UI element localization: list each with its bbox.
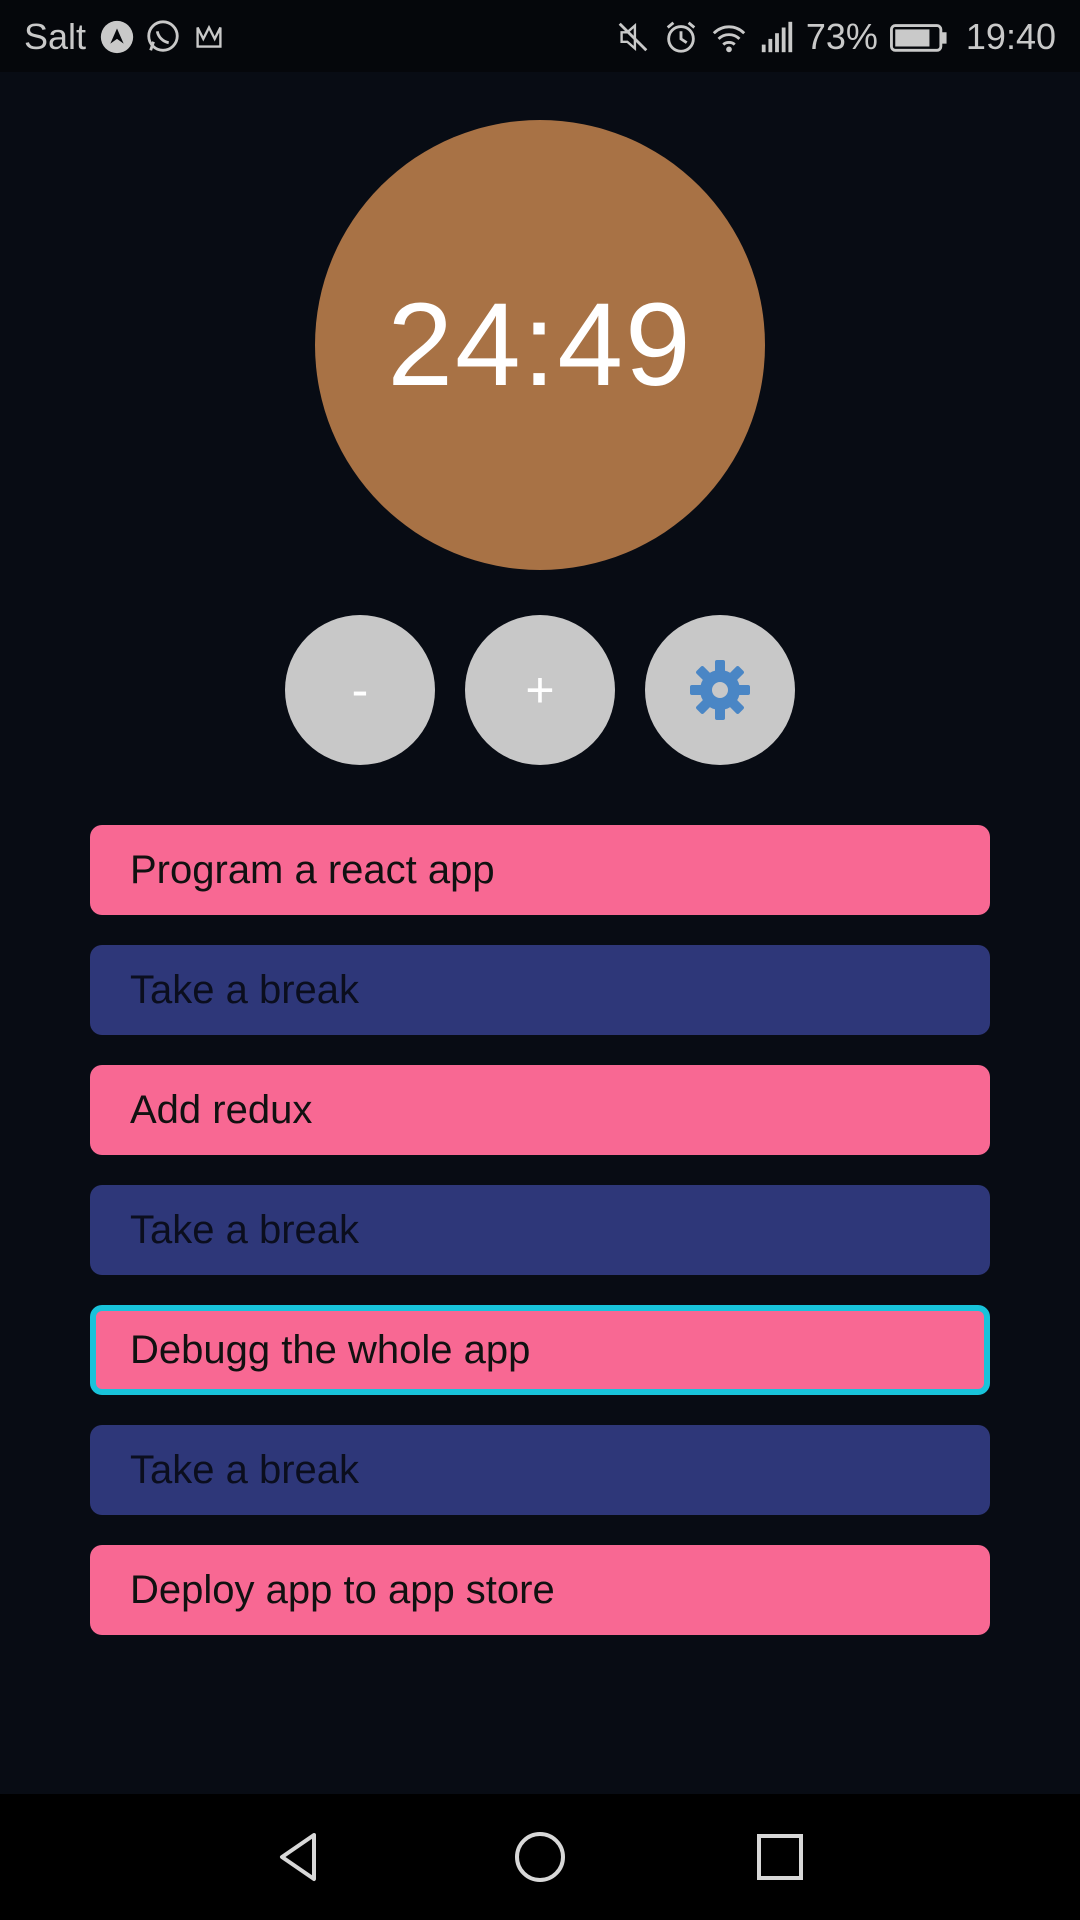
recents-icon <box>750 1834 810 1891</box>
battery-icon <box>888 18 950 56</box>
status-bar: Salt 73% 19:40 <box>0 0 1080 72</box>
back-button[interactable] <box>270 1827 330 1887</box>
task-label: Take a break <box>130 967 360 1012</box>
signal-icon <box>758 18 796 56</box>
task-item[interactable]: Add redux <box>90 1065 990 1155</box>
battery-percent: 73% <box>805 16 878 57</box>
task-list: Program a react app Take a break Add red… <box>90 825 990 1665</box>
decrease-time-button[interactable]: - <box>285 615 435 765</box>
gmail-icon <box>190 18 228 56</box>
settings-button[interactable] <box>645 615 795 765</box>
recents-button[interactable] <box>750 1827 810 1887</box>
task-item-active[interactable]: Debugg the whole app <box>90 1305 990 1395</box>
task-item[interactable]: Take a break <box>90 945 990 1035</box>
carrier-name: Salt <box>24 16 87 57</box>
status-left: Salt <box>24 16 228 58</box>
navigation-icon <box>98 18 136 56</box>
increase-time-button[interactable]: + <box>465 615 615 765</box>
timer-controls: - + <box>0 615 1080 765</box>
status-right: 73% 19:40 <box>614 16 1056 58</box>
home-icon <box>510 1832 570 1891</box>
wifi-icon <box>710 18 748 56</box>
task-label: Program a react app <box>130 847 495 892</box>
alarm-icon <box>662 18 700 56</box>
gear-icon <box>688 658 752 722</box>
task-item[interactable]: Program a react app <box>90 825 990 915</box>
whatsapp-icon <box>144 18 182 56</box>
clock: 19:40 <box>965 16 1056 57</box>
task-item[interactable]: Take a break <box>90 1425 990 1515</box>
mute-icon <box>614 18 652 56</box>
task-item[interactable]: Deploy app to app store <box>90 1545 990 1635</box>
timer-display: 24:49 <box>387 279 693 411</box>
task-label: Add redux <box>130 1087 313 1132</box>
home-button[interactable] <box>510 1827 570 1887</box>
timer-circle[interactable]: 24:49 <box>315 120 765 570</box>
task-item[interactable]: Take a break <box>90 1185 990 1275</box>
back-icon <box>270 1833 330 1891</box>
task-label: Deploy app to app store <box>130 1567 555 1612</box>
plus-label: + <box>525 662 555 718</box>
navigation-bar <box>0 1794 1080 1920</box>
task-label: Take a break <box>130 1207 360 1252</box>
minus-label: - <box>351 662 369 718</box>
task-label: Take a break <box>130 1447 360 1492</box>
task-label: Debugg the whole app <box>130 1327 531 1372</box>
app-screen: Salt 73% 19:40 24:49 - + Program a react… <box>0 0 1080 1920</box>
